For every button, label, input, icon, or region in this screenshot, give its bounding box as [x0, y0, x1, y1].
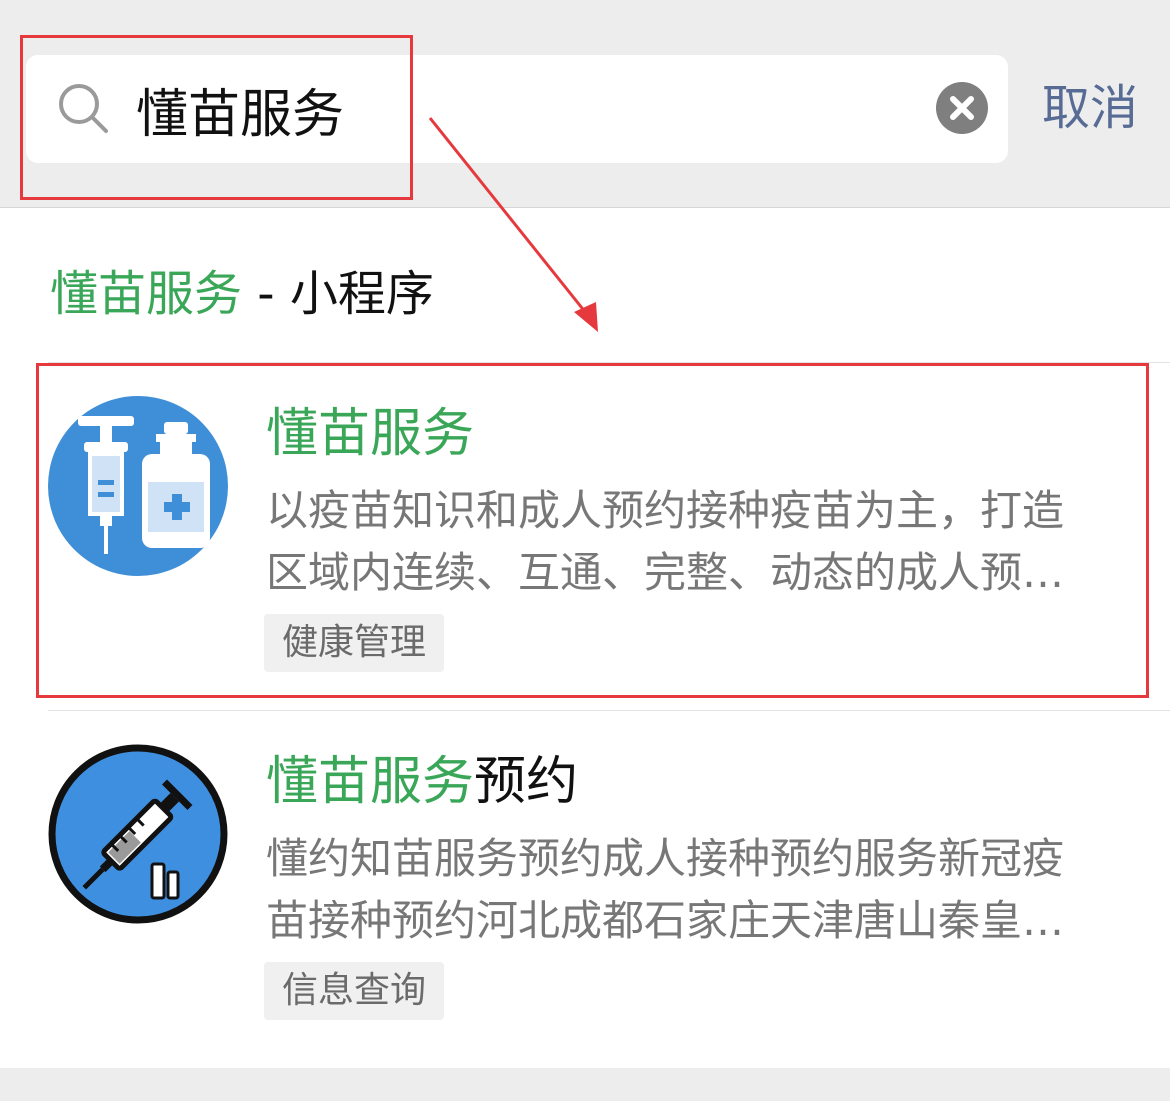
- result-description-line2: 区域内连续、互通、完整、动态的成人预…: [266, 548, 1065, 597]
- divider: [48, 362, 1170, 363]
- result-description-line2: 苗接种预约河北成都石家庄天津唐山秦皇…: [266, 896, 1065, 945]
- search-input[interactable]: [136, 71, 896, 147]
- result-title-highlight: 懂苗服务: [266, 752, 475, 812]
- section-title-highlight: 懂苗服务: [50, 266, 243, 322]
- cancel-button[interactable]: 取消: [1042, 78, 1138, 138]
- section-title-suffix: - 小程序: [242, 266, 434, 322]
- divider: [48, 710, 1170, 711]
- result-title-suffix: 预约: [474, 752, 579, 812]
- category-tag: 信息查询: [264, 962, 445, 1020]
- result-title: 懂苗服务预约: [266, 750, 578, 814]
- bottom-spacer: [0, 1068, 1170, 1101]
- vaccine-syringe-bottle-icon: [48, 396, 228, 576]
- search-icon: [59, 84, 108, 133]
- result-title-highlight: 懂苗服务: [266, 404, 475, 464]
- clear-search-button[interactable]: [936, 82, 988, 134]
- result-description-line1: 懂约知苗服务预约成人接种预约服务新冠疫: [266, 834, 1065, 883]
- list-item[interactable]: 懂苗服务 以疫苗知识和成人预约接种疫苗为主，打造 区域内连续、互通、完整、动态的…: [0, 364, 1170, 708]
- list-item[interactable]: 懂苗服务预约 懂约知苗服务预约成人接种预约服务新冠疫 苗接种预约河北成都石家庄天…: [0, 712, 1170, 1068]
- syringe-icon: [48, 744, 228, 924]
- search-bar: 取消: [0, 0, 1170, 208]
- result-title: 懂苗服务: [266, 402, 474, 466]
- category-tag: 健康管理: [264, 614, 445, 672]
- section-title: 懂苗服务 - 小程序: [50, 262, 434, 326]
- close-icon: [950, 96, 974, 120]
- result-description-line1: 以疫苗知识和成人预约接种疫苗为主，打造: [266, 486, 1065, 535]
- search-box[interactable]: [26, 55, 1008, 163]
